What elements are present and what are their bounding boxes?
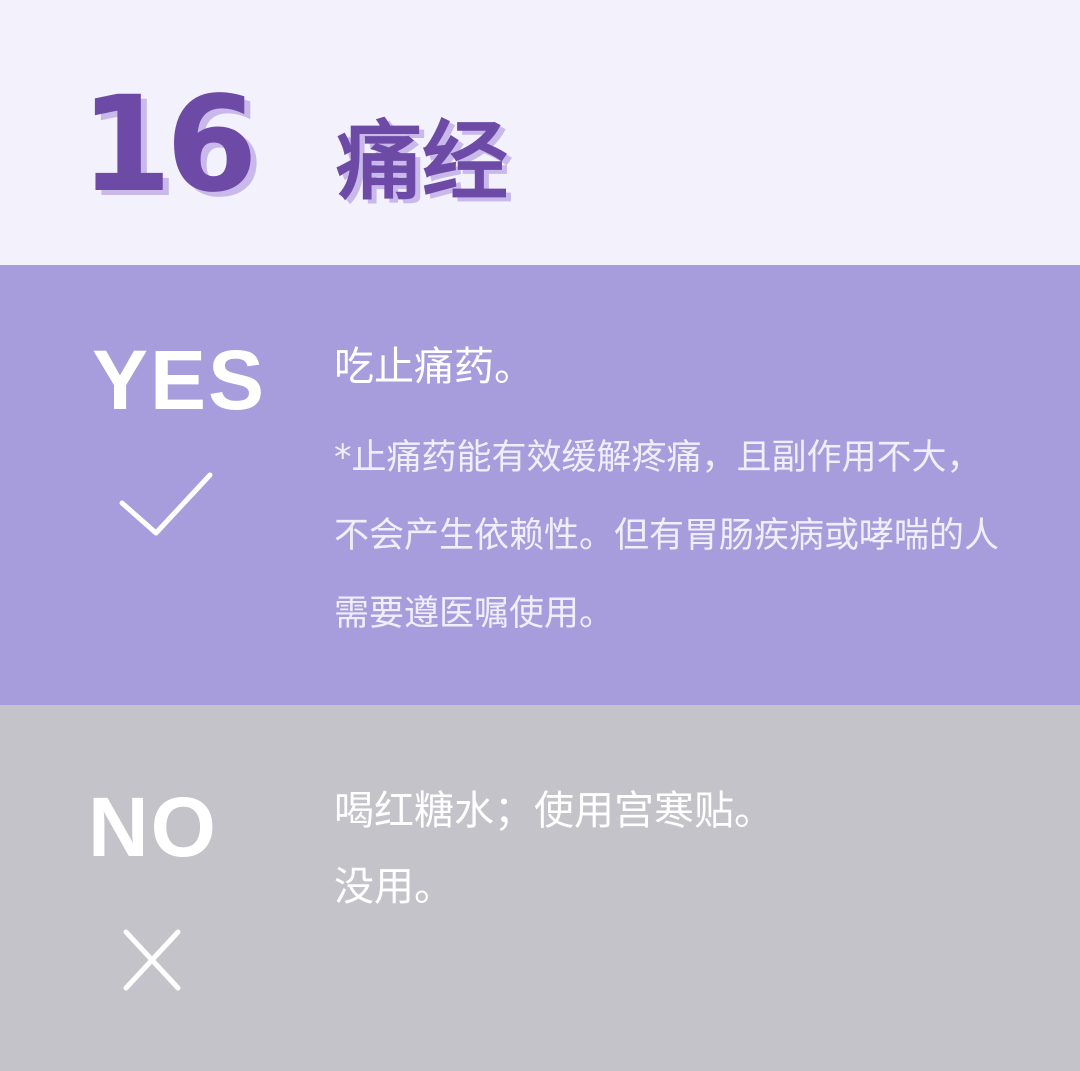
yes-label: YES: [92, 333, 267, 427]
no-panel: NO 喝红糖水；使用宫寒贴。 没用。: [0, 705, 1080, 1071]
no-main-text: 喝红糖水；使用宫寒贴。: [334, 788, 774, 834]
header: 16 痛经: [0, 0, 1080, 265]
yes-panel: YES 吃止痛药。 *止痛药能有效缓解疼痛，且副作用不大，不会产生依赖性。但有胃…: [0, 265, 1080, 705]
page-title: 痛经: [336, 112, 508, 212]
yes-note-text: *止痛药能有效缓解疼痛，且副作用不大，不会产生依赖性。但有胃肠疾病或哮喘的人需要…: [334, 438, 1000, 634]
page: 16 痛经 YES 吃止痛药。 *止痛药能有效缓解疼痛，且副作用不大，不会产生依…: [0, 0, 1080, 1071]
item-number: 16: [80, 68, 258, 222]
no-sub-text: 没用。: [334, 864, 454, 910]
check-icon: [119, 472, 213, 536]
no-label: NO: [88, 780, 218, 874]
cross-icon: [123, 929, 181, 991]
yes-main-text: 吃止痛药。: [334, 344, 534, 390]
